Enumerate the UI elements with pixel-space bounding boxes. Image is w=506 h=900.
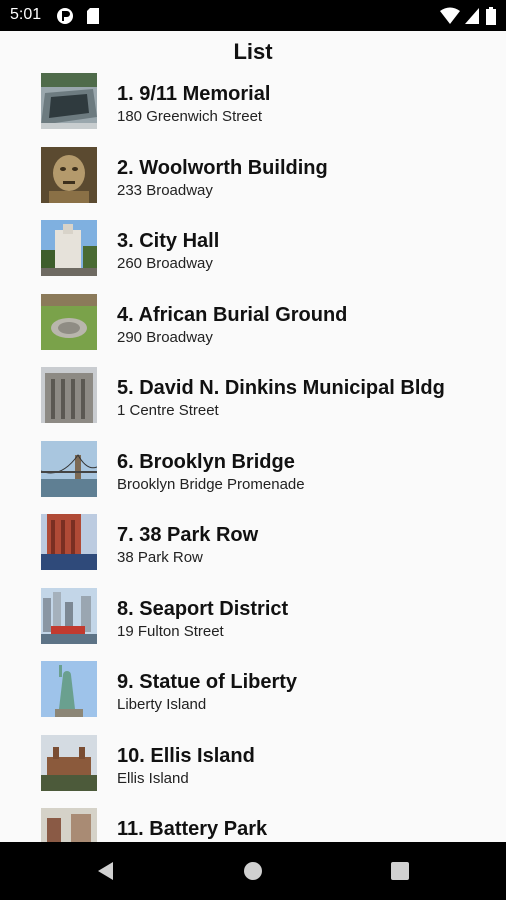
page-title: List (233, 39, 273, 64)
seaport-thumbnail (41, 587, 97, 644)
battery-icon (486, 7, 496, 25)
ellis-island-thumbnail (41, 734, 97, 791)
item-name: 8. Seaport District (117, 597, 289, 620)
status-bar: 5:01 (0, 0, 506, 31)
navigation-bar (0, 842, 506, 900)
item-address: 290 Broadway (117, 328, 213, 346)
item-address: 38 Park Row (117, 549, 203, 566)
item-name: 1. 9/11 Memorial (117, 83, 271, 105)
back-icon[interactable] (95, 860, 117, 882)
list-item[interactable]: 6. Brooklyn Bridge Brooklyn Bridge Prome… (0, 440, 506, 515)
list-item[interactable]: 5. David N. Dinkins Municipal Bldg 1 Cen… (0, 367, 506, 441)
item-address: 19 Fulton Street (117, 622, 224, 640)
sd-card-icon (87, 8, 99, 24)
item-name: 6. Brooklyn Bridge (117, 450, 295, 473)
signal-icon (465, 8, 479, 24)
brooklyn-bridge-thumbnail (41, 440, 97, 497)
list-item[interactable]: 11. Battery Park (0, 808, 506, 842)
list-item[interactable]: 7. 38 Park Row 38 Park Row (0, 514, 506, 588)
status-time: 5:01 (10, 6, 42, 23)
item-address: Ellis Island (117, 769, 189, 787)
item-name: 11. Battery Park (117, 818, 268, 840)
burial-ground-thumbnail (41, 293, 97, 350)
item-name: 9. Statue of Liberty (117, 671, 298, 693)
woolworth-thumbnail (41, 146, 97, 203)
item-name: 3. City Hall (117, 230, 220, 252)
item-address: 1 Centre Street (117, 402, 219, 419)
item-address: 260 Broadway (117, 255, 213, 272)
item-name: 4. African Burial Ground (117, 303, 348, 326)
item-name: 7. 38 Park Row (117, 524, 259, 546)
item-name: 5. David N. Dinkins Municipal Bldg (117, 377, 445, 399)
nav-app-icon (57, 8, 73, 24)
list-item[interactable]: 8. Seaport District 19 Fulton Street (0, 587, 506, 662)
list-item[interactable]: 1. 9/11 Memorial 180 Greenwich Street (0, 73, 506, 147)
statue-of-liberty-thumbnail (41, 661, 97, 717)
park-row-thumbnail (41, 514, 97, 570)
list-item[interactable]: 2. Woolworth Building 233 Broadway (0, 146, 506, 221)
item-address: 233 Broadway (117, 181, 213, 199)
list-item[interactable]: 3. City Hall 260 Broadway (0, 220, 506, 294)
recents-icon[interactable] (389, 860, 411, 882)
list-item[interactable]: 10. Ellis Island Ellis Island (0, 734, 506, 809)
list-item[interactable]: 4. African Burial Ground 290 Broadway (0, 293, 506, 368)
wifi-icon (440, 7, 460, 24)
item-name: 10. Ellis Island (117, 744, 255, 767)
municipal-building-thumbnail (41, 367, 97, 423)
list-item[interactable]: 9. Statue of Liberty Liberty Island (0, 661, 506, 735)
item-name: 2. Woolworth Building (117, 156, 328, 179)
city-hall-thumbnail (41, 220, 97, 276)
item-address: Brooklyn Bridge Promenade (117, 475, 305, 493)
battery-park-thumbnail (41, 808, 97, 842)
item-address: Liberty Island (117, 696, 207, 713)
item-address: 180 Greenwich Street (117, 108, 263, 125)
landmark-list[interactable]: 1. 9/11 Memorial 180 Greenwich Street 2.… (0, 73, 506, 842)
home-icon[interactable] (242, 860, 264, 882)
memorial-thumbnail (41, 73, 97, 129)
